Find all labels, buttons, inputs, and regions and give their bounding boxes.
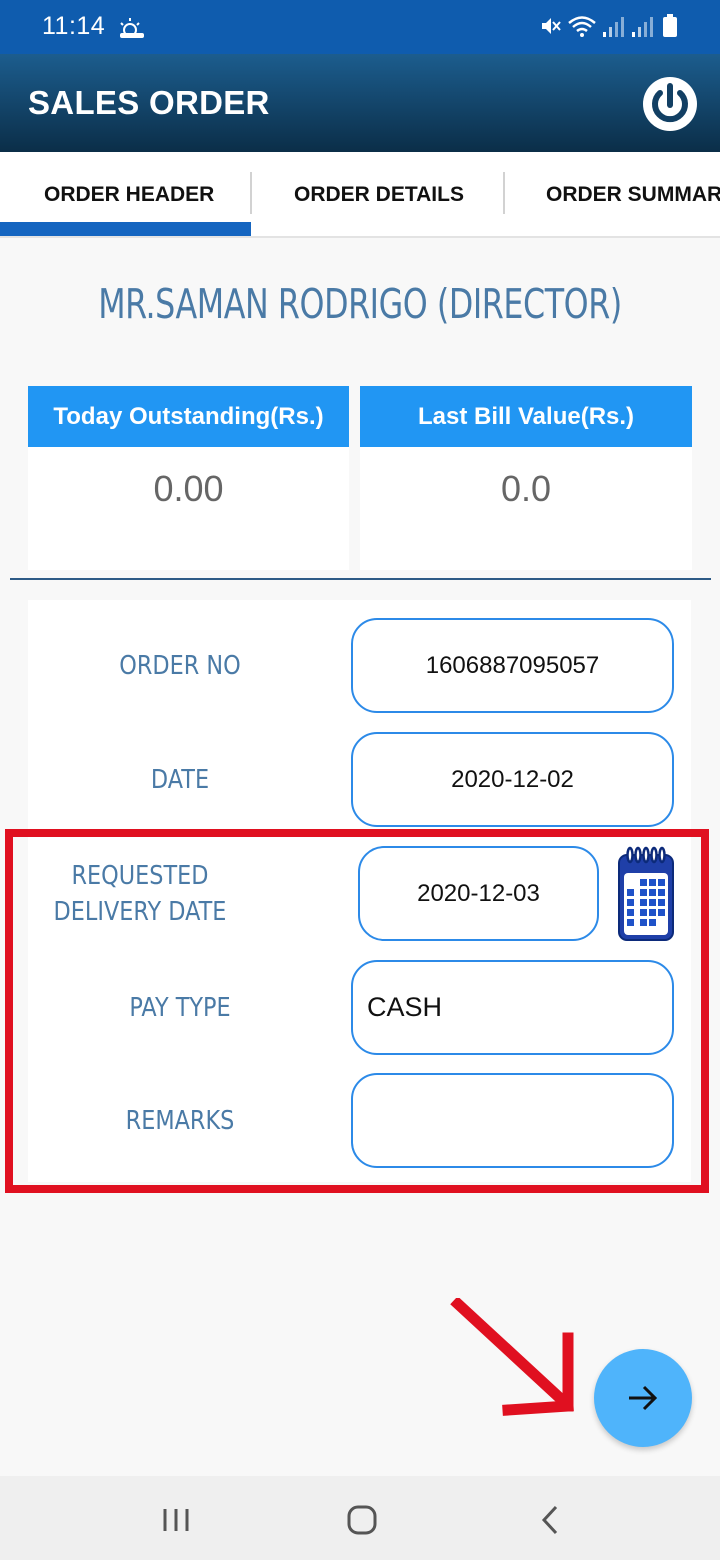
home-icon[interactable]	[322, 1476, 402, 1560]
tab-separator	[503, 172, 505, 214]
arrow-right-icon	[629, 1385, 658, 1411]
last-bill-value-label: Last Bill Value(Rs.)	[360, 386, 692, 447]
signal-icon	[603, 17, 624, 37]
last-bill-value-value: 0.0	[500, 468, 552, 509]
wifi-icon	[568, 16, 596, 37]
recents-icon[interactable]	[136, 1476, 216, 1560]
highlight-annotation-box	[5, 829, 709, 1193]
tab-indicator	[0, 222, 251, 236]
mute-icon	[542, 18, 561, 34]
order-no-field[interactable]: 1606887095057	[351, 618, 674, 713]
signal-icon	[632, 17, 653, 37]
tab-order-details[interactable]: ORDER DETAILS	[294, 152, 464, 236]
weather-sun-cloud-icon	[120, 18, 144, 38]
back-icon[interactable]	[510, 1476, 590, 1560]
next-button[interactable]	[594, 1349, 692, 1447]
customer-name: MR.SAMAN RODRIGO (DIRECTOR)	[98, 280, 622, 328]
today-outstanding-card: Today Outstanding(Rs.) 0.00	[28, 386, 349, 570]
date-label: DATE	[150, 765, 210, 795]
battery-icon	[663, 14, 677, 37]
system-nav-bar	[0, 1476, 720, 1560]
status-bar: 11:14	[0, 0, 720, 54]
tab-order-summary[interactable]: ORDER SUMMARY	[546, 152, 720, 236]
divider	[10, 578, 711, 580]
app-title: SALES ORDER	[28, 84, 270, 121]
last-bill-value-card: Last Bill Value(Rs.) 0.0	[360, 386, 692, 570]
power-icon[interactable]	[642, 76, 698, 132]
red-arrow-icon	[450, 1298, 574, 1416]
status-time: 11:14	[42, 12, 106, 40]
today-outstanding-label: Today Outstanding(Rs.)	[28, 386, 349, 447]
tab-separator	[250, 172, 252, 214]
today-outstanding-value: 0.00	[153, 468, 224, 509]
order-no-label: ORDER NO	[119, 651, 241, 681]
app-bar: SALES ORDER	[0, 54, 720, 152]
date-field[interactable]: 2020-12-02	[351, 732, 674, 827]
